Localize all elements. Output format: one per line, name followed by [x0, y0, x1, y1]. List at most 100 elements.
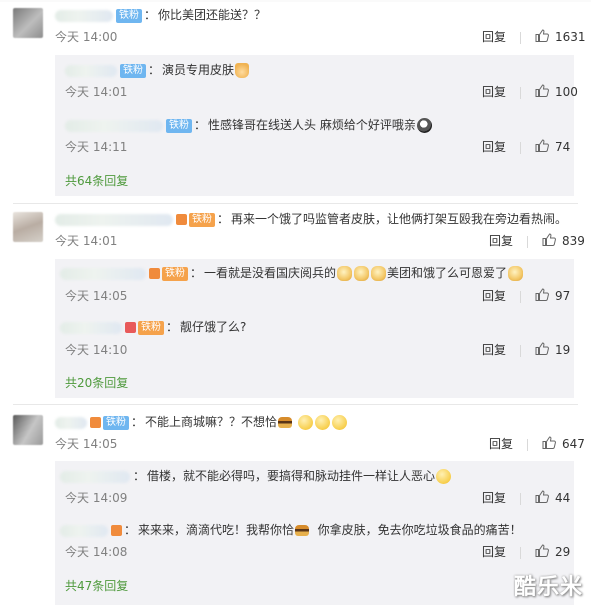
- comment-header: 铁粉：不能上商城嘛？？不想恰: [55, 413, 348, 431]
- more-replies-link[interactable]: 共47条回复: [65, 577, 128, 595]
- face-emoji-icon: [314, 415, 330, 430]
- like-count: 647: [562, 437, 585, 451]
- reply-actions: 回复 74: [482, 138, 570, 156]
- reply-text: 性感锋哥在线送人头 麻烦给个好评哦亲: [208, 118, 416, 132]
- reply-actions: 回复 44: [482, 489, 570, 507]
- level-icon: [125, 322, 136, 333]
- more-replies-link[interactable]: 共64条回复: [65, 172, 128, 190]
- burger-emoji-icon: [278, 417, 293, 428]
- comment-header: 铁粉：你比美团还能送？？: [55, 6, 266, 24]
- divider: [520, 492, 522, 505]
- fan-badge: 铁粉: [189, 212, 215, 227]
- reply-box: ：借楼，就不能必得吗，要搞得和脉动挂件一样让人恶心 今天 14:09 回复 44 …: [55, 461, 574, 605]
- face-emoji-icon: [436, 469, 452, 484]
- level-icon: [90, 417, 101, 428]
- like-count: 74: [555, 140, 571, 154]
- like-thumb-icon[interactable]: [535, 138, 549, 157]
- comment-actions: 回复 839: [489, 232, 585, 250]
- username-blurred[interactable]: [60, 470, 130, 483]
- level-icon: [149, 268, 160, 279]
- like-count: 839: [562, 234, 585, 248]
- reply-button[interactable]: 回复: [482, 343, 506, 357]
- reply-button[interactable]: 回复: [489, 437, 513, 451]
- divider: [527, 438, 529, 451]
- reply-button[interactable]: 回复: [482, 85, 506, 99]
- username-blurred[interactable]: [60, 267, 146, 280]
- username-blurred[interactable]: [55, 213, 173, 226]
- more-replies-link[interactable]: 共20条回复: [65, 374, 128, 392]
- reply-time: 今天 14:01: [65, 85, 128, 99]
- reply-text: 借楼，就不能必得吗，要搞得和脉动挂件一样让人恶心: [147, 469, 436, 483]
- reply-header: ：来来来，滴滴代吃！我帮你恰 你拿皮肤，免去你吃垃圾食品的痛苦！: [60, 521, 522, 539]
- like-thumb-icon[interactable]: [535, 287, 549, 306]
- dog-emoji-icon: [371, 266, 387, 281]
- comment-text: 再来一个饿了吗监管者皮肤，让他俩打架互殴我在旁边看热闹。: [231, 212, 568, 226]
- reply-text: 一看就是没看国庆阅兵的: [204, 266, 337, 280]
- like-count: 19: [555, 343, 571, 357]
- avatar[interactable]: [13, 212, 43, 242]
- reply-header: 铁粉：一看就是没看国庆阅兵的 美团和饿了么可恩爱了: [60, 264, 524, 282]
- colon: ：: [217, 212, 230, 226]
- reply-button[interactable]: 回复: [489, 234, 513, 248]
- like-count: 44: [555, 491, 571, 505]
- like-count: 100: [555, 85, 578, 99]
- reply-box: 铁粉：一看就是没看国庆阅兵的 美团和饿了么可恩爱了 今天 14:05 回复 97 铁…: [55, 259, 574, 398]
- username-blurred[interactable]: [55, 416, 87, 429]
- reply-time: 今天 14:09: [65, 491, 128, 505]
- fan-badge: 铁粉: [162, 266, 188, 281]
- username-blurred[interactable]: [65, 64, 117, 77]
- like-thumb-icon[interactable]: [535, 489, 549, 508]
- colon: ：: [190, 266, 203, 280]
- comment-header: 铁粉：再来一个饿了吗监管者皮肤，让他俩打架互殴我在旁边看热闹。: [55, 210, 567, 228]
- reply-header: 铁粉：性感锋哥在线送人头 麻烦给个好评哦亲: [65, 116, 433, 134]
- separator: [13, 203, 578, 204]
- colon: ：: [166, 320, 179, 334]
- like-thumb-icon[interactable]: [542, 232, 556, 251]
- divider: [520, 86, 522, 99]
- hand-emoji-icon: [235, 63, 250, 78]
- fan-badge: 铁粉: [120, 63, 146, 78]
- comment-actions: 回复 1631: [482, 28, 586, 46]
- fan-badge: 铁粉: [103, 415, 129, 430]
- like-thumb-icon[interactable]: [542, 435, 556, 454]
- colon: ：: [131, 415, 144, 429]
- divider: [520, 31, 522, 44]
- divider: [527, 235, 529, 248]
- divider: [520, 141, 522, 154]
- comment-time: 今天 14:05: [55, 437, 118, 451]
- reply-button[interactable]: 回复: [482, 491, 506, 505]
- reply-text: 来来来，滴滴代吃！我帮你恰: [138, 523, 295, 537]
- avatar[interactable]: [13, 415, 43, 445]
- like-thumb-icon[interactable]: [535, 341, 549, 360]
- like-thumb-icon[interactable]: [535, 28, 549, 47]
- comment-actions: 回复 647: [489, 435, 585, 453]
- like-thumb-icon[interactable]: [535, 543, 549, 562]
- reply-header: 铁粉：靓仔饿了么?: [60, 318, 246, 336]
- dog-emoji-icon: [354, 266, 370, 281]
- fan-badge: 铁粉: [116, 8, 142, 23]
- like-thumb-icon[interactable]: [535, 83, 549, 102]
- reply-button[interactable]: 回复: [482, 140, 506, 154]
- username-blurred[interactable]: [60, 321, 122, 334]
- reply-button[interactable]: 回复: [482, 289, 506, 303]
- separator: [13, 404, 578, 405]
- like-count: 1631: [555, 30, 586, 44]
- divider: [520, 344, 522, 357]
- username-blurred[interactable]: [60, 524, 108, 537]
- reply-box: 铁粉：演员专用皮肤 今天 14:01 回复 100 铁粉：性感锋哥在线送人头 麻烦…: [55, 55, 578, 196]
- reply-text: 你拿皮肤，免去你吃垃圾食品的痛苦！: [317, 523, 522, 537]
- reply-button[interactable]: 回复: [482, 30, 506, 44]
- level-icon: [111, 525, 122, 536]
- reply-text: 美团和饿了么可恩爱了: [387, 266, 508, 280]
- reply-actions: 回复 19: [482, 341, 570, 359]
- reply-actions: 回复 97: [482, 287, 570, 305]
- black-face-emoji-icon: [416, 118, 432, 133]
- reply-time: 今天 14:10: [65, 343, 128, 357]
- username-blurred[interactable]: [55, 9, 113, 22]
- like-count: 97: [555, 289, 571, 303]
- fan-badge: 铁粉: [138, 320, 164, 335]
- reply-button[interactable]: 回复: [482, 545, 506, 559]
- avatar[interactable]: [13, 8, 43, 38]
- reply-text: 演员专用皮肤: [162, 63, 235, 77]
- username-blurred[interactable]: [65, 119, 163, 132]
